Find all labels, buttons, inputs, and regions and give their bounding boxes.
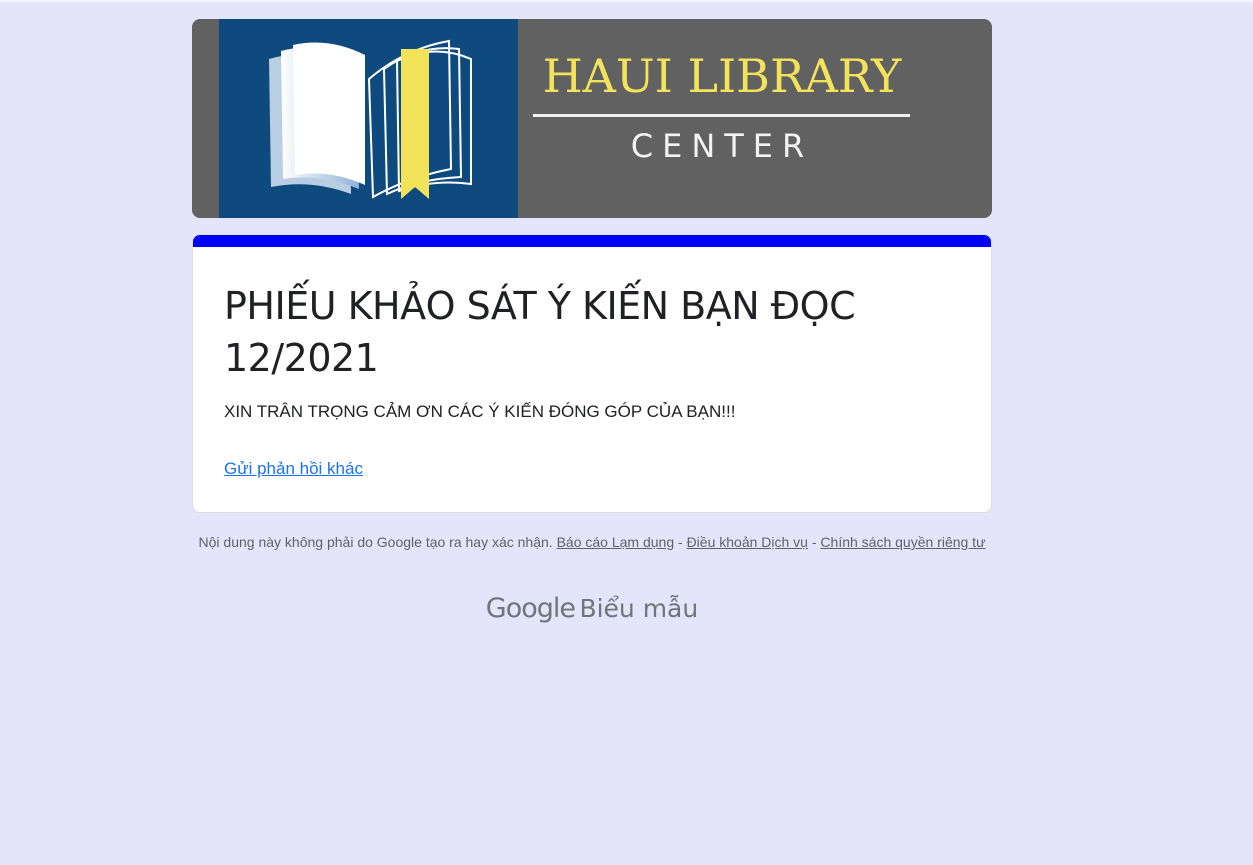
- separator: -: [807, 534, 821, 550]
- terms-of-service-link[interactable]: Điều khoản Dịch vụ: [687, 534, 808, 550]
- form-title: PHIẾU KHẢO SÁT Ý KIẾN BẠN ĐỌC 12/2021: [224, 284, 856, 380]
- forms-wordmark: Biểu mẫu: [579, 594, 699, 623]
- card-accent-bar: [193, 235, 991, 247]
- submit-another-response-link[interactable]: Gửi phản hồi khác: [224, 459, 363, 479]
- disclaimer-text: Nội dung này không phải do Google tạo ra…: [198, 534, 553, 550]
- banner-divider: [533, 114, 910, 117]
- confirmation-card: PHIẾU KHẢO SÁT Ý KIẾN BẠN ĐỌC 12/2021 XI…: [192, 234, 992, 513]
- top-border: [0, 0, 1253, 2]
- confirmation-message: XIN TRÂN TRỌNG CẢM ƠN CÁC Ý KIẾN ĐÓNG GÓ…: [224, 402, 736, 421]
- footer-disclaimer: Nội dung này không phải do Google tạo ra…: [192, 533, 992, 551]
- privacy-policy-link[interactable]: Chính sách quyền riêng tư: [820, 534, 985, 550]
- open-book-icon: [269, 39, 472, 199]
- separator: -: [674, 534, 687, 550]
- google-forms-logo[interactable]: Google Biểu mẫu: [192, 593, 992, 624]
- banner-subtitle: CENTER: [630, 127, 814, 165]
- banner-title: HAUI LIBRARY: [542, 49, 902, 103]
- google-wordmark: Google: [485, 593, 576, 624]
- banner-book-panel: [219, 19, 518, 218]
- header-banner-image: HAUI LIBRARY CENTER: [192, 19, 992, 218]
- report-abuse-link[interactable]: Báo cáo Lạm dụng: [557, 534, 675, 550]
